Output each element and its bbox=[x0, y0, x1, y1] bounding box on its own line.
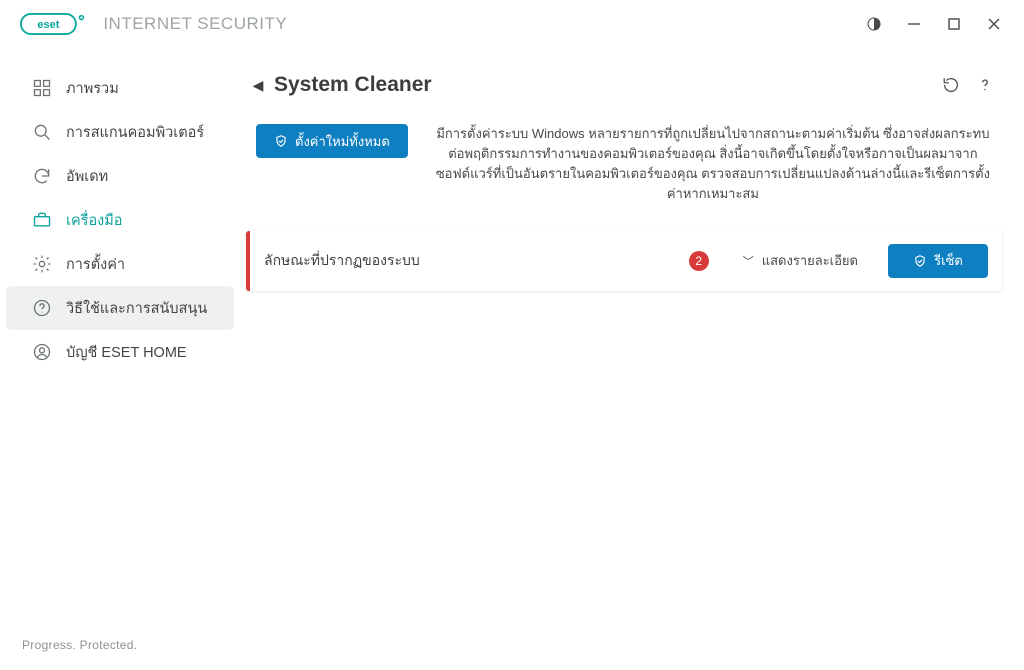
window-minimize[interactable] bbox=[894, 4, 934, 44]
sidebar-item-label: บัญชี ESET HOME bbox=[66, 341, 187, 364]
window-maximize[interactable] bbox=[934, 4, 974, 44]
shield-icon bbox=[913, 254, 927, 268]
sidebar-item-label: วิธีใช้และการสนับสนุน bbox=[66, 297, 207, 320]
toolbox-icon bbox=[32, 210, 52, 230]
gear-icon bbox=[32, 254, 52, 274]
footer-tagline: Progress. Protected. bbox=[0, 638, 240, 670]
issue-count-badge: 2 bbox=[689, 251, 709, 271]
issue-card: ลักษณะที่ปรากฏของระบบ 2 ﹀ แสดงรายละเอียด… bbox=[246, 231, 1002, 291]
reset-button[interactable]: รีเซ็ต bbox=[888, 244, 988, 278]
search-icon bbox=[32, 122, 52, 142]
main-content: ◀ System Cleaner ตั้งค่าใหม่ทั้งหมด มีกา… bbox=[240, 48, 1024, 670]
window-close[interactable] bbox=[974, 4, 1014, 44]
svg-text:eset: eset bbox=[37, 19, 59, 31]
refresh-icon bbox=[32, 166, 52, 186]
sidebar-item-label: เครื่องมือ bbox=[66, 209, 123, 232]
contrast-toggle[interactable] bbox=[854, 4, 894, 44]
page-title: System Cleaner bbox=[274, 73, 432, 97]
dashboard-icon bbox=[32, 78, 52, 98]
product-name: INTERNET SECURITY bbox=[103, 14, 287, 34]
help-icon bbox=[32, 298, 52, 318]
sidebar-item-label: อัพเดท bbox=[66, 165, 108, 188]
sidebar-item-label: การสแกนคอมพิวเตอร์ bbox=[66, 121, 204, 144]
button-label: รีเซ็ต bbox=[934, 250, 963, 271]
titlebar: eset R INTERNET SECURITY bbox=[0, 0, 1024, 48]
sidebar-item-settings[interactable]: การตั้งค่า bbox=[6, 242, 234, 286]
refresh-button[interactable] bbox=[934, 68, 968, 102]
sidebar-item-tools[interactable]: เครื่องมือ bbox=[6, 198, 234, 242]
sidebar-item-account[interactable]: บัญชี ESET HOME bbox=[6, 330, 234, 374]
help-button[interactable] bbox=[968, 68, 1002, 102]
back-button[interactable]: ◀ bbox=[246, 77, 270, 94]
sidebar-item-label: ภาพรวม bbox=[66, 77, 119, 100]
sidebar-item-update[interactable]: อัพเดท bbox=[6, 154, 234, 198]
user-icon bbox=[32, 342, 52, 362]
svg-text:R: R bbox=[80, 16, 83, 21]
sidebar-item-label: การตั้งค่า bbox=[66, 253, 125, 276]
restore-all-button[interactable]: ตั้งค่าใหม่ทั้งหมด bbox=[256, 124, 408, 158]
sidebar-item-scan[interactable]: การสแกนคอมพิวเตอร์ bbox=[6, 110, 234, 154]
chevron-down-icon: ﹀ bbox=[743, 253, 754, 269]
sidebar: ภาพรวม การสแกนคอมพิวเตอร์ อัพเดท เครื่อง… bbox=[0, 48, 240, 670]
brand-logo: eset R bbox=[20, 13, 93, 35]
sidebar-item-overview[interactable]: ภาพรวม bbox=[6, 66, 234, 110]
shield-icon bbox=[274, 134, 288, 148]
details-label: แสดงรายละเอียด bbox=[762, 250, 858, 271]
sidebar-item-help[interactable]: วิธีใช้และการสนับสนุน bbox=[6, 286, 234, 330]
button-label: ตั้งค่าใหม่ทั้งหมด bbox=[295, 131, 390, 152]
issue-title: ลักษณะที่ปรากฏของระบบ bbox=[264, 250, 420, 272]
show-details-toggle[interactable]: ﹀ แสดงรายละเอียด bbox=[743, 250, 858, 271]
intro-text: มีการตั้งค่าระบบ Windows หลายรายการที่ถู… bbox=[430, 124, 1002, 205]
